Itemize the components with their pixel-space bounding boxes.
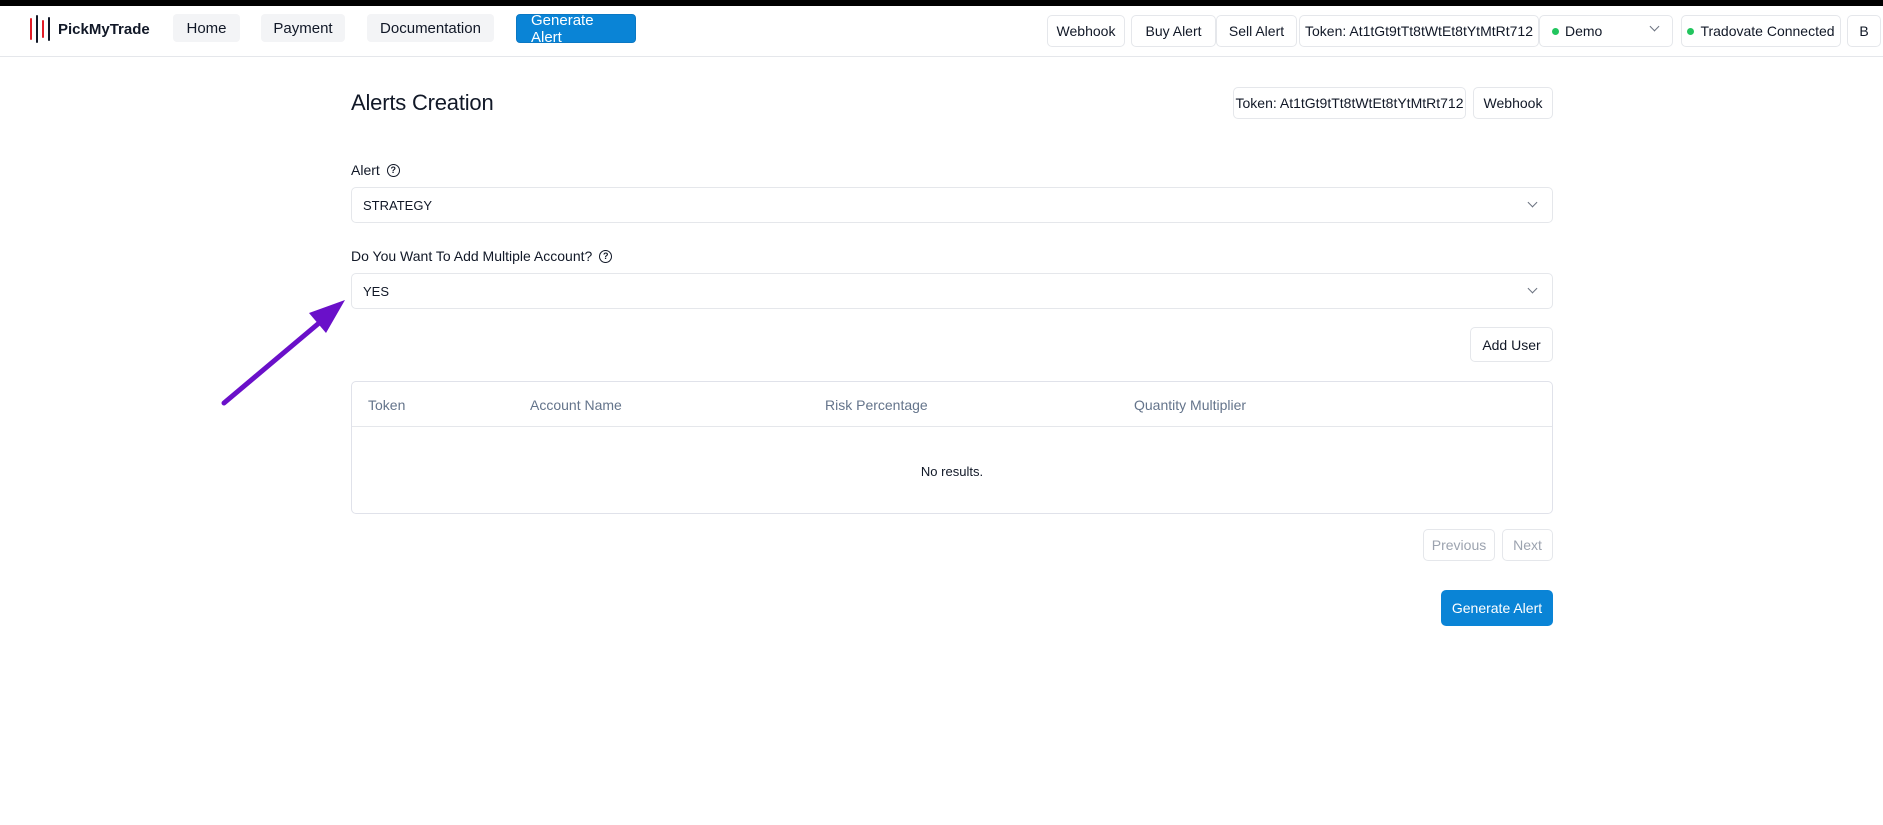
nav-webhook-button[interactable]: Webhook — [1047, 15, 1125, 47]
column-header-account-name[interactable]: Account Name — [530, 397, 622, 413]
logo-bar — [30, 18, 32, 40]
user-avatar-button[interactable]: B — [1847, 15, 1881, 47]
alert-label-text: Alert — [351, 162, 380, 178]
annotation-arrow-shaft — [221, 315, 328, 406]
account-select[interactable]: Demo — [1539, 15, 1673, 47]
chevron-down-icon — [1649, 21, 1660, 32]
connection-status-button[interactable]: Tradovate Connected — [1681, 15, 1841, 47]
add-user-button[interactable]: Add User — [1470, 327, 1553, 362]
multiple-account-select-value: YES — [363, 283, 390, 299]
pagination-previous-button[interactable]: Previous — [1423, 529, 1495, 561]
alert-select-value: STRATEGY — [363, 197, 433, 213]
alert-field-label: Alert ? — [351, 162, 400, 178]
nav-sell-alert-button[interactable]: Sell Alert — [1216, 15, 1297, 47]
status-dot-icon — [1552, 27, 1559, 35]
nav-generate-alert-button[interactable]: Generate Alert — [516, 12, 636, 46]
webhook-button[interactable]: Webhook — [1473, 87, 1553, 119]
logo-bar — [36, 15, 38, 43]
multiple-account-label-text: Do You Want To Add Multiple Account? — [351, 248, 593, 264]
accounts-table: Token Account Name Risk Percentage Quant… — [351, 381, 1553, 514]
multiple-account-label: Do You Want To Add Multiple Account? ? — [351, 248, 613, 264]
nav-payment-button[interactable]: Payment — [261, 14, 345, 42]
pagination-next-button[interactable]: Next — [1502, 529, 1553, 561]
multiple-account-select[interactable]: YES — [351, 273, 1553, 309]
logo-bar — [42, 20, 44, 38]
nav-home-button[interactable]: Home — [173, 14, 240, 42]
logo-bar — [48, 17, 50, 41]
nav-buy-alert-button[interactable]: Buy Alert — [1131, 15, 1216, 47]
status-dot-icon — [1687, 27, 1695, 35]
table-empty-message: No results. — [920, 464, 984, 479]
account-select-value: Demo — [1565, 23, 1603, 39]
alert-select[interactable]: STRATEGY — [351, 187, 1553, 223]
nav-token-button[interactable]: Token: At1tGt9tTt8tWtEt8tYtMtRt712 — [1299, 15, 1539, 47]
nav-documentation-button[interactable]: Documentation — [367, 14, 494, 42]
page-title: Alerts Creation — [351, 90, 494, 115]
generate-alert-button[interactable]: Generate Alert — [1441, 590, 1553, 626]
navbar: PickMyTrade Home Payment Documentation G… — [0, 6, 1883, 57]
column-header-token[interactable]: Token — [368, 397, 405, 413]
table-header-row: Token Account Name Risk Percentage Quant… — [352, 382, 1552, 427]
brand-name: PickMyTrade — [58, 20, 150, 38]
brand-logo[interactable]: PickMyTrade — [30, 14, 150, 44]
question-circle-icon[interactable]: ? — [386, 163, 400, 177]
annotation-arrow-head — [309, 300, 345, 333]
logo-bars-icon — [30, 15, 54, 43]
column-header-risk-percentage[interactable]: Risk Percentage — [825, 397, 928, 413]
column-header-quantity-multiplier[interactable]: Quantity Multiplier — [1134, 397, 1246, 413]
question-circle-icon[interactable]: ? — [599, 249, 613, 263]
chevron-down-icon — [1527, 197, 1538, 208]
connection-status-label: Tradovate Connected — [1700, 23, 1835, 39]
token-button[interactable]: Token: At1tGt9tTt8tWtEt8tYtMtRt712 — [1233, 87, 1466, 119]
chevron-down-icon — [1527, 283, 1538, 294]
